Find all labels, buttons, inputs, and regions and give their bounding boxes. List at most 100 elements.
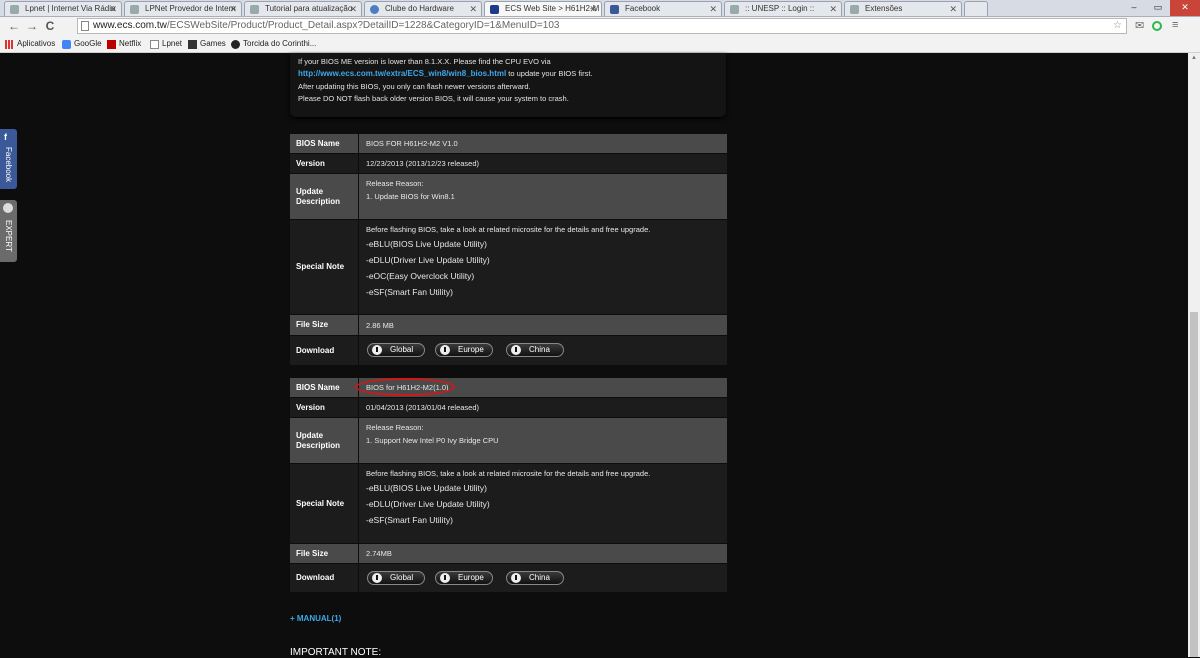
tab-favicon-icon bbox=[130, 5, 139, 14]
browser-tab[interactable]: Clube do Hardware ✕ bbox=[364, 1, 482, 16]
update-description-label: Update Description bbox=[290, 174, 358, 219]
menu-icon[interactable]: ≡ bbox=[1172, 19, 1178, 31]
download-icon bbox=[440, 345, 450, 355]
version-label: Version bbox=[290, 398, 358, 417]
extension-icon[interactable]: ✉ bbox=[1135, 19, 1144, 32]
tab-close-icon[interactable]: ✕ bbox=[229, 2, 237, 16]
bookmark-label: Lpnet bbox=[162, 39, 183, 48]
tab-close-icon[interactable]: ✕ bbox=[829, 2, 837, 16]
browser-tab[interactable]: LPNet Provedor de Intern ✕ bbox=[124, 1, 242, 16]
close-window-button[interactable]: ✕ bbox=[1170, 0, 1200, 16]
tab-favicon-icon bbox=[370, 5, 379, 14]
tab-close-icon[interactable]: ✕ bbox=[469, 2, 477, 16]
highlight-circle bbox=[355, 378, 455, 396]
netflix-icon bbox=[107, 40, 116, 49]
download-icon bbox=[440, 573, 450, 583]
browser-tab[interactable]: Tutorial para atualização ✕ bbox=[244, 1, 362, 16]
download-label: Download bbox=[290, 564, 358, 592]
download-button-label: China bbox=[529, 345, 550, 354]
bookmark-netflix[interactable]: Netflix bbox=[107, 38, 141, 50]
expert-side-tab[interactable]: EXPERT bbox=[0, 200, 17, 262]
special-note-row: Special Note Before flashing BIOS, take … bbox=[290, 464, 727, 543]
tab-close-icon[interactable]: ✕ bbox=[109, 2, 117, 16]
special-note-item: -eOC(Easy Overclock Utility) bbox=[366, 271, 475, 281]
tab-title: :: UNESP :: Login :: bbox=[745, 4, 815, 13]
bookmark-games[interactable]: Games bbox=[188, 38, 226, 50]
browser-tab[interactable]: Facebook ✕ bbox=[604, 1, 722, 16]
update-description-row: Update Description Release Reason: 1. Up… bbox=[290, 174, 727, 219]
facebook-side-tab[interactable]: f Facebook bbox=[0, 129, 17, 189]
download-button-label: Global bbox=[390, 573, 414, 582]
special-note-item: -eSF(Smart Fan Utility) bbox=[366, 515, 453, 525]
download-button-label: Europe bbox=[458, 573, 484, 582]
back-button[interactable]: ← bbox=[6, 18, 22, 34]
address-bar[interactable]: www.ecs.com.tw/ECSWebSite/Product/Produc… bbox=[77, 18, 1127, 34]
facebook-icon: f bbox=[4, 132, 7, 142]
tab-favicon-icon bbox=[610, 5, 619, 14]
download-europe-button[interactable]: Europe bbox=[435, 571, 493, 585]
special-note-row: Special Note Before flashing BIOS, take … bbox=[290, 220, 727, 314]
bios-name-label: BIOS Name bbox=[290, 378, 358, 397]
special-note-label: Special Note bbox=[290, 220, 358, 314]
file-size-label: File Size bbox=[290, 315, 358, 335]
update-line: 1. Support New Intel P0 Ivy Bridge CPU bbox=[366, 436, 499, 445]
file-size-row: File Size 2.74MB bbox=[290, 544, 727, 563]
browser-tab[interactable]: Lpnet | Internet Via Rádio ✕ bbox=[4, 1, 122, 16]
minimize-button[interactable]: – bbox=[1122, 0, 1146, 16]
bookmark-google[interactable]: GooGle bbox=[62, 38, 102, 50]
update-line: Release Reason: bbox=[366, 423, 424, 432]
download-china-button[interactable]: China bbox=[506, 571, 564, 585]
scroll-up-arrow-icon[interactable]: ▲ bbox=[1188, 53, 1200, 63]
tab-close-icon[interactable]: ✕ bbox=[949, 2, 957, 16]
bookmark-apps[interactable]: Aplicativos bbox=[5, 38, 55, 50]
download-label: Download bbox=[290, 336, 358, 365]
bookmark-label: Aplicativos bbox=[17, 39, 56, 48]
win8-bios-link[interactable]: http://www.ecs.com.tw/extra/ECS_win8/win… bbox=[298, 69, 506, 78]
extension-status-icon[interactable] bbox=[1152, 21, 1162, 31]
update-line: 1. Update BIOS for Win8.1 bbox=[366, 192, 455, 201]
update-line: Release Reason: bbox=[366, 179, 424, 188]
download-china-button[interactable]: China bbox=[506, 343, 564, 357]
file-size-value: 2.86 MB bbox=[359, 315, 727, 335]
page-icon bbox=[150, 40, 159, 49]
browser-tab[interactable]: Extensões ✕ bbox=[844, 1, 962, 16]
important-note-heading: IMPORTANT NOTE: bbox=[290, 647, 382, 658]
download-button-label: Europe bbox=[458, 345, 484, 354]
download-row: Download Global Europe China bbox=[290, 564, 727, 592]
bookmark-label: Games bbox=[200, 39, 226, 48]
maximize-button[interactable]: ▭ bbox=[1146, 0, 1170, 16]
special-note-item: -eSF(Smart Fan Utility) bbox=[366, 287, 453, 297]
version-value: 01/04/2013 (2013/01/04 released) bbox=[359, 398, 727, 417]
games-icon bbox=[188, 40, 197, 49]
forward-button[interactable]: → bbox=[24, 18, 40, 34]
tab-close-icon[interactable]: ✕ bbox=[589, 2, 597, 16]
download-icon bbox=[372, 573, 382, 583]
bookmark-lpnet[interactable]: Lpnet bbox=[150, 38, 182, 50]
tab-close-icon[interactable]: ✕ bbox=[709, 2, 717, 16]
facebook-label: Facebook bbox=[4, 147, 13, 183]
new-tab-button[interactable] bbox=[964, 1, 988, 16]
browser-tab-bar: Lpnet | Internet Via Rádio ✕ LPNet Proved… bbox=[0, 0, 1200, 17]
download-europe-button[interactable]: Europe bbox=[435, 343, 493, 357]
bookmark-star-icon[interactable]: ☆ bbox=[1113, 19, 1122, 33]
scrollbar-thumb[interactable] bbox=[1190, 312, 1198, 657]
version-label: Version bbox=[290, 154, 358, 173]
browser-tab-active[interactable]: ECS Web Site > H61H2-M ✕ bbox=[484, 1, 602, 16]
download-row: Download Global Europe China bbox=[290, 336, 727, 365]
browser-tab[interactable]: :: UNESP :: Login :: ✕ bbox=[724, 1, 842, 16]
download-global-button[interactable]: Global bbox=[367, 571, 425, 585]
bookmark-corinthians[interactable]: Torcida do Corinthi... bbox=[231, 38, 316, 50]
file-size-value: 2.74MB bbox=[359, 544, 727, 563]
version-row: Version 01/04/2013 (2013/01/04 released) bbox=[290, 398, 727, 417]
download-icon bbox=[372, 345, 382, 355]
tab-close-icon[interactable]: ✕ bbox=[349, 2, 357, 16]
special-note-item: -eBLU(BIOS Live Update Utility) bbox=[366, 239, 487, 249]
expert-label: EXPERT bbox=[4, 220, 13, 252]
download-button-label: Global bbox=[390, 345, 414, 354]
download-global-button[interactable]: Global bbox=[367, 343, 425, 357]
manual-link[interactable]: + MANUAL(1) bbox=[290, 614, 341, 623]
tab-favicon-icon bbox=[10, 5, 19, 14]
bios-name-value: BIOS FOR H61H2-M2 V1.0 bbox=[359, 134, 727, 153]
reload-button[interactable]: C bbox=[42, 18, 58, 34]
special-note-item: -eDLU(Driver Live Update Utility) bbox=[366, 255, 490, 265]
